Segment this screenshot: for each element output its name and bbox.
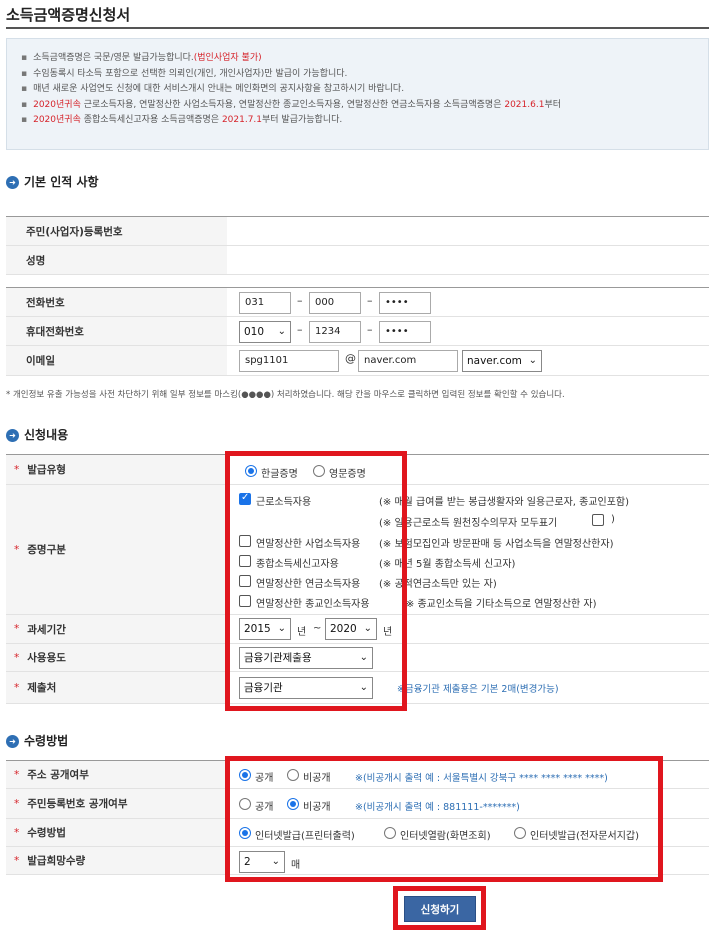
purpose-label: * 사용용도 (6, 644, 227, 671)
rrn-hint: ※(비공개시 출력 예 : 881111-*******) (355, 802, 520, 813)
email-domain-select[interactable]: naver.com ⌄ (462, 350, 542, 372)
row-tax-period: * 과세기간 2015 ⌄ 년 ~ 2020 ⌄ 년 (6, 615, 709, 644)
chevron-down-icon: ⌄ (271, 856, 280, 867)
radio-internet-view[interactable] (384, 827, 396, 839)
row-issue-type: * 발급유형 한글증명 영문증명 (6, 455, 709, 485)
mobile-prefix-select[interactable]: 010 ⌄ (239, 321, 291, 343)
row-email: 이메일 spg1101 @ naver.com naver.com ⌄ (6, 346, 709, 376)
section-title-receive: ➜ 수령방법 (6, 733, 68, 749)
period-to-select[interactable]: 2020 ⌄ (325, 618, 377, 640)
name-label: 성명 (6, 246, 227, 274)
row-quantity: * 발급희망수량 2 ⌄ 매 (6, 847, 709, 875)
receive-method-label: * 수령방법 (6, 819, 227, 846)
chevron-down-icon: ⌄ (359, 682, 368, 693)
checkbox-pension-income[interactable] (239, 575, 251, 587)
masking-note: * 개인정보 유출 가능성을 사전 차단하기 위해 일부 정보를 마스킹(●●●… (6, 390, 565, 400)
row-mobile: 휴대전화번호 010 ⌄ – 1234 – •••• (6, 317, 709, 346)
row-receive-method: * 수령방법 인터넷발급(프린터출력) 인터넷열람(화면조회) 인터넷발급(전자문… (6, 819, 709, 847)
notice-item: ▪ 매년 새로운 사업연도 신청에 대한 서비스개시 안내는 메인화면의 공지사항… (21, 84, 405, 94)
phone-label: 전화번호 (6, 288, 227, 316)
checkbox-religious-income[interactable] (239, 595, 251, 607)
notice-item: ▪ 수임동록시 타소득 포함으로 선택한 의뢰인(개인, 개인사업자)만 발급이 … (21, 68, 348, 79)
submit-to-label: * 제출처 (6, 672, 227, 703)
phone-middle-input[interactable]: 000 (309, 292, 361, 314)
mobile-last-input[interactable]: •••• (379, 321, 431, 343)
email-label: 이메일 (6, 346, 227, 375)
row-rrn: 주민(사업자)등록번호 (6, 217, 709, 246)
row-purpose: * 사용용도 금융기관제출용 ⌄ (6, 644, 709, 672)
submit-button[interactable]: 신청하기 (404, 896, 476, 922)
circle-arrow-right-icon: ➜ (6, 735, 19, 748)
rrn-disclosure-label: * 주민등록번호 공개여부 (6, 789, 227, 818)
chevron-down-icon: ⌄ (528, 355, 537, 366)
radio-address-public[interactable] (239, 769, 251, 781)
notice-box: ▪ 소득금액증명은 국문/영문 발급가능합니다.(법인사업자 불가) ▪ 수임동록시… (6, 38, 709, 150)
checkbox-business-income[interactable] (239, 535, 251, 547)
submit-to-hint: ※금융기관 제출용은 기본 2매(변경가능) (397, 684, 559, 695)
radio-korean-cert[interactable] (245, 465, 257, 477)
phone-area-input[interactable]: 031 (239, 292, 291, 314)
chevron-down-icon: ⌄ (277, 623, 286, 634)
row-cert-type: *증명구분 근로소득자용 (※ 매월 급여를 받는 봉급생활자와 일용근로자, … (6, 485, 709, 615)
row-name: 성명 (6, 246, 709, 275)
circle-arrow-right-icon: ➜ (6, 429, 19, 442)
notice-item: ▪ 소득금액증명은 국문/영문 발급가능합니다.(법인사업자 불가) (21, 53, 262, 63)
radio-rrn-private[interactable] (287, 798, 299, 810)
mobile-middle-input[interactable]: 1234 (309, 321, 361, 343)
cert-type-label: * 증명구분 (6, 485, 227, 614)
submit-to-select[interactable]: 금융기관 ⌄ (239, 677, 373, 699)
row-address-disclosure: * 주소 공개여부 공개 비공개 ※(비공개시 출력 예 : 서울특별시 강북구 … (6, 761, 709, 789)
period-from-select[interactable]: 2015 ⌄ (239, 618, 291, 640)
purpose-select[interactable]: 금융기관제출용 ⌄ (239, 647, 373, 669)
page-title: 소득금액증명신청서 (6, 6, 131, 24)
mobile-label: 휴대전화번호 (6, 317, 227, 345)
chevron-down-icon: ⌄ (363, 623, 372, 634)
radio-english-cert[interactable] (313, 465, 325, 477)
radio-internet-print[interactable] (239, 827, 251, 839)
radio-address-private[interactable] (287, 769, 299, 781)
radio-rrn-public[interactable] (239, 798, 251, 810)
issue-type-label: * 발급유형 (6, 455, 227, 484)
checkbox-earned-income[interactable] (239, 492, 251, 505)
tax-period-label: * 과세기간 (6, 615, 227, 643)
email-domain-input[interactable]: naver.com (358, 350, 458, 372)
address-disclosure-label: * 주소 공개여부 (6, 761, 227, 788)
checkbox-daily-worker[interactable] (592, 514, 604, 526)
phone-last-input[interactable]: •••• (379, 292, 431, 314)
row-phone: 전화번호 031 – 000 – •••• (6, 288, 709, 317)
chevron-down-icon: ⌄ (277, 326, 286, 337)
row-rrn-disclosure: * 주민등록번호 공개여부 공개 비공개 ※(비공개시 출력 예 : 881111… (6, 789, 709, 819)
radio-internet-wallet[interactable] (514, 827, 526, 839)
section-title-apply: ➜ 신청내용 (6, 427, 68, 443)
row-submit-to: * 제출처 금융기관 ⌄ ※금융기관 제출용은 기본 2매(변경가능) (6, 672, 709, 704)
quantity-select[interactable]: 2 ⌄ (239, 851, 285, 873)
address-hint: ※(비공개시 출력 예 : 서울특별시 강북구 **** **** **** *… (355, 773, 608, 784)
quantity-label: * 발급희망수량 (6, 847, 227, 874)
title-divider (6, 27, 709, 29)
notice-item: ▪ 2020년귀속 근로소득자용, 연말정산한 사업소득자용, 연말정산한 종교인… (21, 99, 561, 110)
email-id-input[interactable]: spg1101 (239, 350, 339, 372)
circle-arrow-right-icon: ➜ (6, 176, 19, 189)
section-title-basic: ➜ 기본 인적 사항 (6, 174, 99, 190)
checkbox-global-income[interactable] (239, 555, 251, 567)
chevron-down-icon: ⌄ (359, 652, 368, 663)
rrn-label: 주민(사업자)등록번호 (6, 217, 227, 245)
notice-item: ▪ 2020년귀속 종합소득세신고자용 소득금액증명은 2021.7.1부터 발급… (21, 115, 343, 125)
